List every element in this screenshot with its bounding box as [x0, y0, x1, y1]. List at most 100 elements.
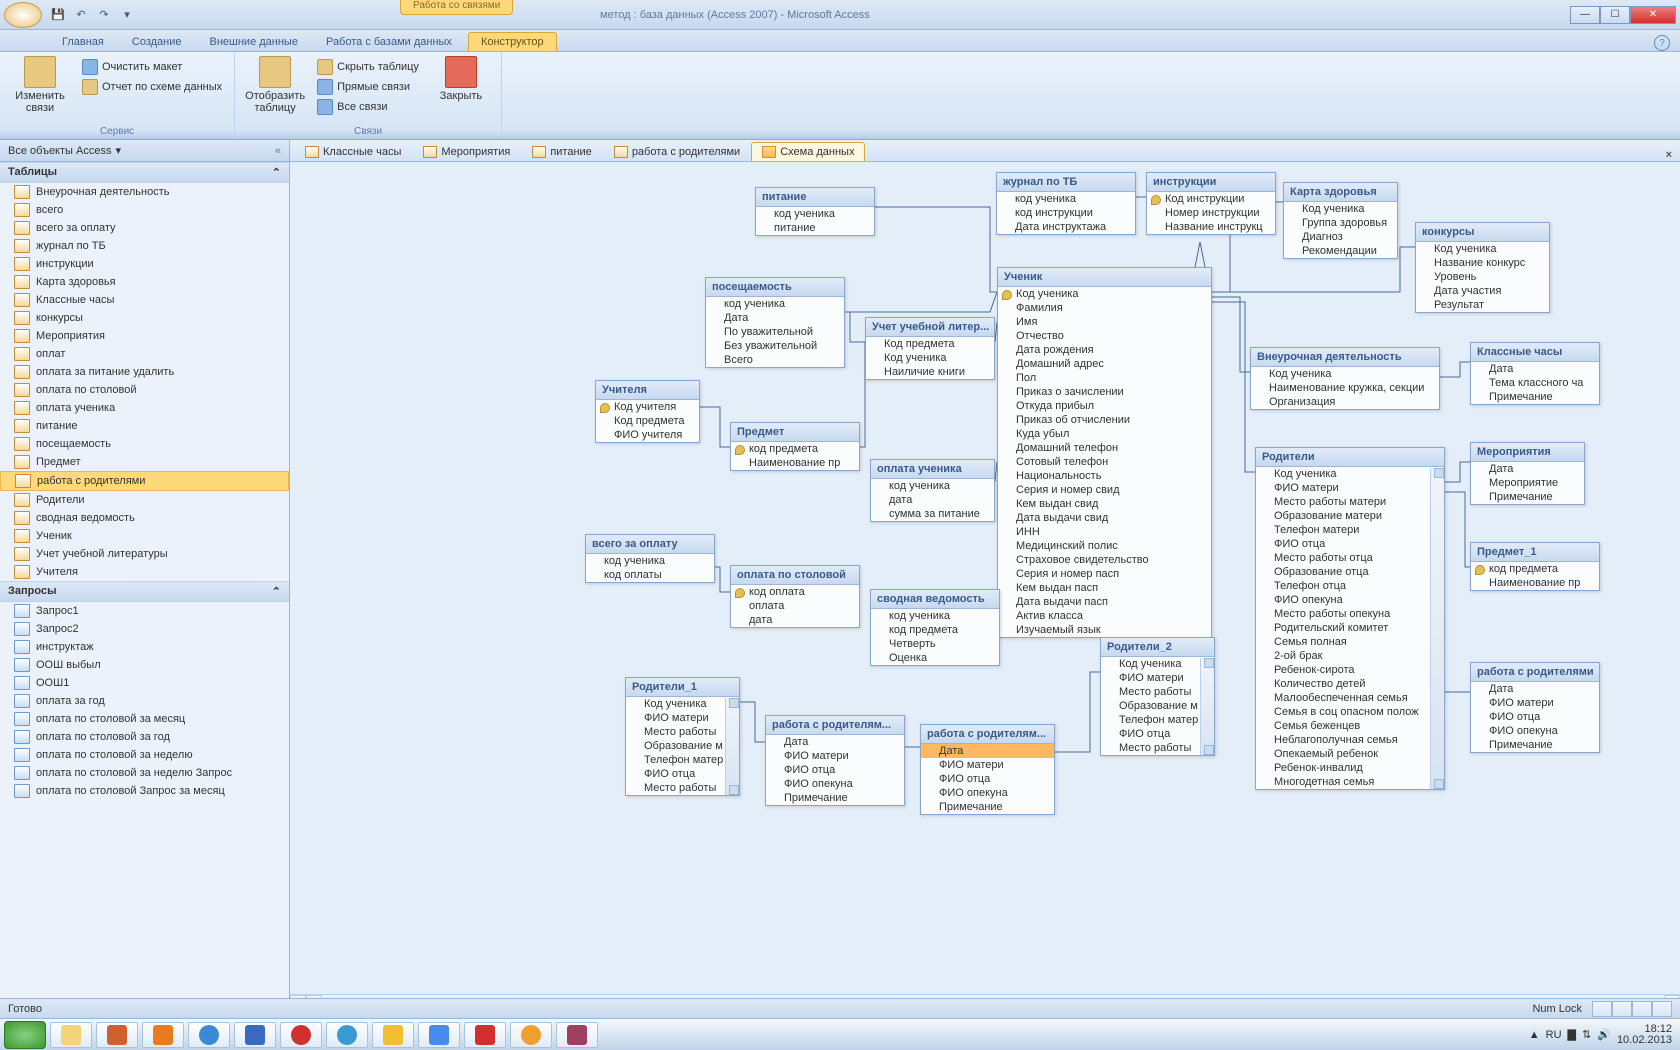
table-field[interactable]: Код ученика	[1416, 242, 1549, 256]
maximize-button[interactable]: ☐	[1600, 6, 1630, 24]
table-field[interactable]: код ученика	[706, 297, 844, 311]
table-field[interactable]: Куда убыл	[998, 427, 1211, 441]
redo-icon[interactable]: ↷	[94, 5, 114, 25]
table-field[interactable]: ФИО отца	[1471, 710, 1599, 724]
scrollbar[interactable]	[1430, 468, 1444, 789]
table-field[interactable]: Название инструкц	[1147, 220, 1275, 234]
table-field[interactable]: ФИО отца	[921, 772, 1054, 786]
direct-relations-button[interactable]: Прямые связи	[313, 78, 423, 96]
table-field[interactable]: Без уважительной	[706, 339, 844, 353]
table-box[interactable]: оплата ученикакод ученикадатасумма за пи…	[870, 459, 995, 522]
table-field[interactable]: Дата	[1471, 362, 1599, 376]
clear-layout-button[interactable]: Очистить макет	[78, 58, 226, 76]
table-field[interactable]: Уровень	[1416, 270, 1549, 284]
table-title[interactable]: Родители_2	[1101, 638, 1214, 657]
table-title[interactable]: посещаемость	[706, 278, 844, 297]
nav-item[interactable]: оплата по столовой	[0, 381, 289, 399]
nav-item[interactable]: оплата по столовой за неделю Запрос	[0, 764, 289, 782]
nav-item[interactable]: инструкции	[0, 255, 289, 273]
table-field[interactable]: Место работы	[626, 725, 739, 739]
table-field[interactable]: Домашний телефон	[998, 441, 1211, 455]
table-field[interactable]: Телефон матер	[626, 753, 739, 767]
document-tab[interactable]: Схема данных	[751, 142, 865, 161]
table-field[interactable]: дата	[731, 613, 859, 627]
table-field[interactable]: Наименование кружка, секции	[1251, 381, 1439, 395]
table-field[interactable]: Место работы опекуна	[1256, 607, 1444, 621]
nav-item[interactable]: всего за оплату	[0, 219, 289, 237]
table-field[interactable]: Домашний адрес	[998, 357, 1211, 371]
table-field[interactable]: Телефон матер	[1101, 713, 1214, 727]
table-field[interactable]: Организация	[1251, 395, 1439, 409]
table-title[interactable]: работа с родителями	[1471, 663, 1599, 682]
table-title[interactable]: Учителя	[596, 381, 699, 400]
table-box[interactable]: Родители_2Код ученикаФИО материМесто раб…	[1100, 637, 1215, 756]
hide-table-button[interactable]: Скрыть таблицу	[313, 58, 423, 76]
table-field[interactable]: Дата	[921, 744, 1054, 758]
undo-icon[interactable]: ↶	[71, 5, 91, 25]
table-title[interactable]: Ученик	[998, 268, 1211, 287]
table-field[interactable]: Код ученика	[1101, 657, 1214, 671]
ribbon-tab-active[interactable]: Конструктор	[468, 32, 557, 51]
table-title[interactable]: оплата ученика	[871, 460, 994, 479]
view-button[interactable]	[1612, 1001, 1632, 1017]
table-field[interactable]: код предмета	[731, 442, 859, 456]
start-button[interactable]	[4, 1021, 46, 1049]
qat-dropdown-icon[interactable]: ▾	[117, 5, 137, 25]
table-field[interactable]: ФИО опекуна	[921, 786, 1054, 800]
table-field[interactable]: Откуда прибыл	[998, 399, 1211, 413]
table-field[interactable]: Оценка	[871, 651, 999, 665]
table-field[interactable]: Место работы отца	[1256, 551, 1444, 565]
task-app[interactable]	[464, 1022, 506, 1048]
table-box[interactable]: Классные часыДатаТема классного чаПримеч…	[1470, 342, 1600, 405]
relationships-canvas[interactable]: питаниекод ученикапитаниежурнал по ТБкод…	[290, 162, 1680, 994]
table-box[interactable]: всего за оплатукод ученикакод оплаты	[585, 534, 715, 583]
edit-relationships-button[interactable]: Изменить связи	[8, 56, 72, 114]
table-box[interactable]: работа с родителям...ДатаФИО материФИО о…	[920, 724, 1055, 815]
table-field[interactable]: Опекаемый ребенок	[1256, 747, 1444, 761]
table-field[interactable]: код ученика	[871, 479, 994, 493]
table-field[interactable]: Примечание	[1471, 490, 1584, 504]
table-field[interactable]: Образование м	[1101, 699, 1214, 713]
table-field[interactable]: код оплата	[731, 585, 859, 599]
nav-item[interactable]: журнал по ТБ	[0, 237, 289, 255]
table-field[interactable]: питание	[756, 221, 874, 235]
table-title[interactable]: Родители	[1256, 448, 1444, 467]
nav-group-header[interactable]: Запросы⌃	[0, 581, 289, 602]
table-title[interactable]: оплата по столовой	[731, 566, 859, 585]
table-box[interactable]: Внеурочная деятельностьКод ученикаНаимен…	[1250, 347, 1440, 410]
task-app[interactable]	[510, 1022, 552, 1048]
table-field[interactable]: Дата	[1471, 682, 1599, 696]
table-field[interactable]: Диагноз	[1284, 230, 1397, 244]
table-field[interactable]: Семья в соц опасном полож	[1256, 705, 1444, 719]
table-field[interactable]: Малообеспеченная семья	[1256, 691, 1444, 705]
table-field[interactable]: Образование м	[626, 739, 739, 753]
table-field[interactable]: Наименование пр	[1471, 576, 1599, 590]
table-box[interactable]: посещаемостькод ученикаДатаПо уважительн…	[705, 277, 845, 368]
table-box[interactable]: МероприятияДатаМероприятиеПримечание	[1470, 442, 1585, 505]
table-field[interactable]: Дата	[706, 311, 844, 325]
table-field[interactable]: Отчество	[998, 329, 1211, 343]
table-field[interactable]: код предмета	[1471, 562, 1599, 576]
nav-item[interactable]: Учет учебной литературы	[0, 545, 289, 563]
table-title[interactable]: работа с родителям...	[921, 725, 1054, 744]
view-button[interactable]	[1592, 1001, 1612, 1017]
table-field[interactable]: Телефон отца	[1256, 579, 1444, 593]
table-field[interactable]: Количество детей	[1256, 677, 1444, 691]
table-field[interactable]: Код ученика	[998, 287, 1211, 301]
nav-item[interactable]: оплата по столовой за месяц	[0, 710, 289, 728]
table-field[interactable]: Серия и номер пасп	[998, 567, 1211, 581]
table-field[interactable]: код ученика	[586, 554, 714, 568]
task-explorer[interactable]	[50, 1022, 92, 1048]
close-relationships-button[interactable]: Закрыть	[429, 56, 493, 102]
table-field[interactable]: Родительский комитет	[1256, 621, 1444, 635]
table-field[interactable]: Приказ о зачислении	[998, 385, 1211, 399]
ribbon-tab[interactable]: Главная	[50, 33, 116, 51]
table-field[interactable]: Медицинский полис	[998, 539, 1211, 553]
table-field[interactable]: Четверть	[871, 637, 999, 651]
clock[interactable]: 18:12 10.02.2013	[1617, 1024, 1672, 1046]
table-title[interactable]: Предмет	[731, 423, 859, 442]
scrollbar[interactable]	[725, 698, 739, 795]
table-box[interactable]: Предмет_1код предметаНаименование пр	[1470, 542, 1600, 591]
table-field[interactable]: Телефон матери	[1256, 523, 1444, 537]
table-box[interactable]: работа с родителямиДатаФИО материФИО отц…	[1470, 662, 1600, 753]
